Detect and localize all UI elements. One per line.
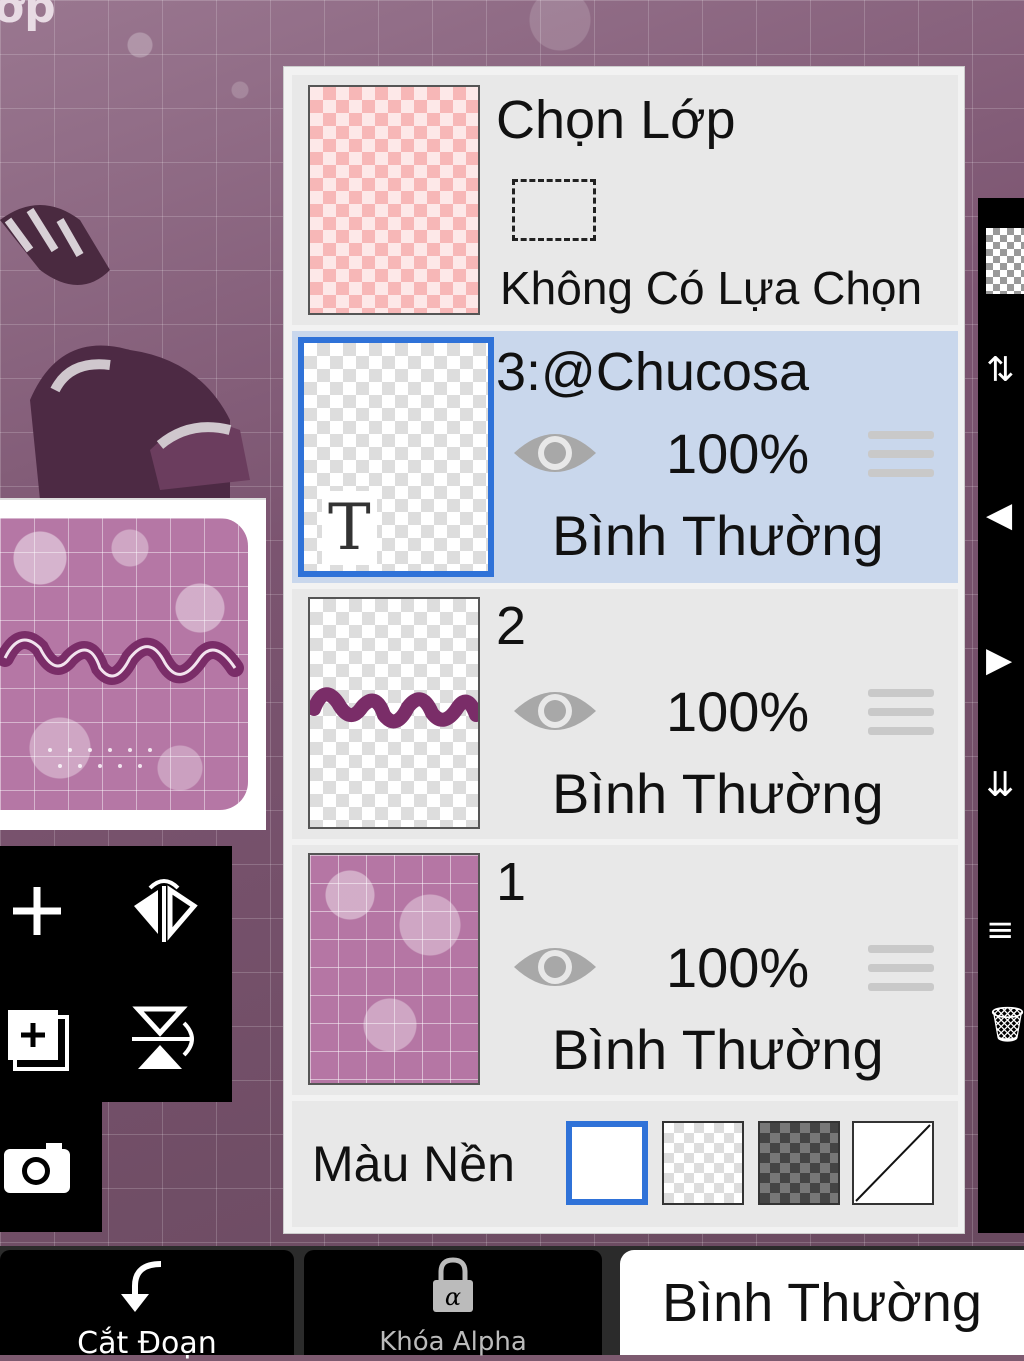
clip-arrow-icon (121, 1261, 162, 1312)
layer-row-2[interactable]: 2 100% Bình Thường (292, 589, 958, 839)
selection-layer-title: Chọn Lớp (496, 90, 736, 150)
artwork-decoration (0, 205, 250, 500)
text-layer-icon: T (322, 491, 377, 565)
background-color-row: Màu Nền (292, 1101, 958, 1227)
duplicate-layer-icon (6, 1008, 69, 1071)
transfer-icon[interactable]: ⇅ (986, 353, 1015, 387)
layer-thumbnail-3: T (298, 337, 494, 577)
lock-icon: α (433, 1257, 473, 1312)
bottom-toolbar: Cắt Đoạn α Khóa Alpha Bình Thường (0, 1246, 1024, 1361)
merge-down-icon[interactable]: ⇊ (986, 768, 1015, 802)
layer-thumbnail-1 (308, 853, 480, 1085)
arrow-right-icon[interactable]: ▶ (986, 643, 1012, 677)
add-layer-button[interactable] (2, 876, 72, 946)
arrow-left-icon[interactable]: ◀ (986, 498, 1012, 532)
none-slash-icon (855, 1124, 931, 1202)
visibility-eye-icon[interactable] (510, 423, 600, 483)
drag-handle-icon[interactable] (868, 945, 934, 1002)
right-toolbar: ⇅ ◀ ▶ ⇊ ≡ 🗑 (978, 198, 1024, 1233)
checkerboard-icon[interactable] (986, 228, 1024, 294)
menu-icon[interactable]: ≡ (986, 913, 1015, 947)
layer-thumbnail-2 (307, 597, 483, 829)
layer-tools (0, 846, 232, 1102)
layer-panel: Chọn Lớp Không Có Lựa Chọn T 3:@Chucosa … (283, 66, 965, 1234)
alpha-lock-label: Khóa Alpha (379, 1327, 527, 1357)
camera-icon (4, 1143, 70, 1193)
duplicate-layer-button[interactable] (2, 1004, 72, 1074)
selection-thumbnail (308, 85, 480, 315)
canvas-preview (0, 498, 266, 830)
selection-marquee-icon (512, 179, 596, 241)
selection-layer-row[interactable]: Chọn Lớp Không Có Lựa Chọn (292, 75, 958, 325)
canvas-title-fragment: ớp (0, 0, 56, 33)
flip-vertical-button[interactable] (128, 1004, 198, 1074)
drag-handle-icon[interactable] (868, 689, 934, 746)
visibility-eye-icon[interactable] (510, 681, 600, 741)
drag-handle-icon[interactable] (868, 431, 934, 488)
layer-blend-mode[interactable]: Bình Thường (552, 503, 884, 568)
background-none-swatch[interactable] (852, 1121, 934, 1205)
visibility-eye-icon[interactable] (510, 937, 600, 997)
script-lettering-artwork (0, 631, 244, 768)
layer-opacity[interactable]: 100% (666, 935, 809, 1000)
alpha-glyph: α (445, 1283, 461, 1311)
layer-blend-mode[interactable]: Bình Thường (552, 1017, 884, 1082)
layer-opacity[interactable]: 100% (666, 421, 809, 486)
clipping-label: Cắt Đoạn (77, 1326, 217, 1361)
layer-tools-lower (0, 1102, 102, 1232)
clipping-button[interactable]: Cắt Đoạn (0, 1250, 294, 1361)
trash-icon[interactable]: 🗑 (986, 1008, 1024, 1042)
layer-blend-mode[interactable]: Bình Thường (552, 761, 884, 826)
layer-name: 3:@Chucosa (496, 342, 809, 402)
background-checker-light-swatch[interactable] (662, 1121, 744, 1205)
layer-opacity[interactable]: 100% (666, 679, 809, 744)
flip-horizontal-button[interactable] (128, 876, 198, 946)
alpha-lock-button[interactable]: α Khóa Alpha (304, 1250, 602, 1357)
layer-name: 2 (496, 596, 527, 656)
selection-status: Không Có Lựa Chọn (500, 262, 923, 314)
camera-button[interactable] (2, 1132, 72, 1202)
layer-row-1[interactable]: 1 100% Bình Thường (292, 845, 958, 1095)
flip-horizontal-icon (134, 879, 198, 942)
blend-mode-button[interactable]: Bình Thường (620, 1250, 1024, 1355)
layer-row-3[interactable]: T 3:@Chucosa 100% Bình Thường (292, 331, 958, 583)
add-layer-icon (13, 887, 61, 935)
preview-artwork (0, 518, 248, 810)
background-color-label: Màu Nền (312, 1136, 515, 1192)
flip-vertical-icon (132, 1006, 194, 1069)
layer-name: 1 (496, 852, 527, 912)
lettering-thumbnail (307, 687, 483, 729)
background-checker-dark-swatch[interactable] (758, 1121, 840, 1205)
background-white-swatch[interactable] (566, 1121, 648, 1205)
